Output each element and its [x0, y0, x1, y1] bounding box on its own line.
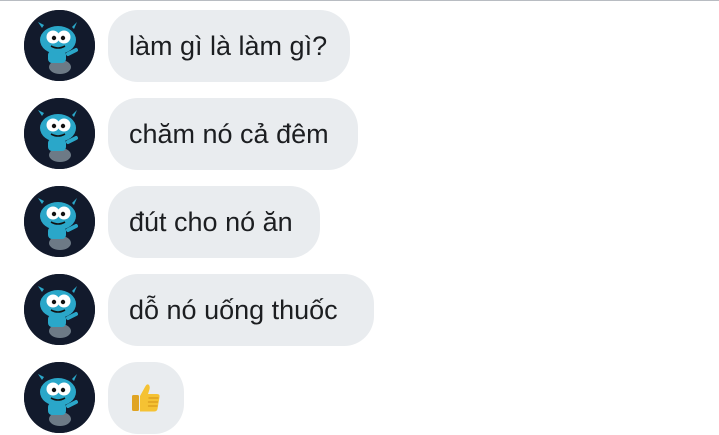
message-row: đút cho nó ăn [0, 186, 719, 258]
character-avatar-icon [24, 274, 95, 345]
message-bubble[interactable]: làm gì là làm gì? [108, 10, 350, 82]
thumbs-up-icon [132, 384, 160, 412]
message-text: làm gì là làm gì? [129, 30, 328, 61]
character-avatar-icon [24, 98, 95, 169]
message-text: chăm nó cả đêm [129, 118, 329, 149]
avatar[interactable] [24, 362, 95, 433]
character-avatar-icon [24, 362, 95, 433]
message-text: đút cho nó ăn [129, 206, 293, 237]
message-bubble[interactable]: đút cho nó ăn [108, 186, 320, 258]
message-text: dỗ nó uống thuốc [129, 294, 338, 325]
avatar[interactable] [24, 186, 95, 257]
message-row: làm gì là làm gì? [0, 10, 719, 82]
character-avatar-icon [24, 10, 95, 81]
message-bubble[interactable] [108, 362, 184, 434]
avatar[interactable] [24, 10, 95, 81]
avatar[interactable] [24, 98, 95, 169]
character-avatar-icon [24, 186, 95, 257]
message-row [0, 362, 719, 434]
message-row: chăm nó cả đêm [0, 98, 719, 170]
message-bubble[interactable]: chăm nó cả đêm [108, 98, 358, 170]
message-row: dỗ nó uống thuốc [0, 274, 719, 346]
top-divider [0, 0, 719, 1]
message-bubble[interactable]: dỗ nó uống thuốc [108, 274, 374, 346]
avatar[interactable] [24, 274, 95, 345]
